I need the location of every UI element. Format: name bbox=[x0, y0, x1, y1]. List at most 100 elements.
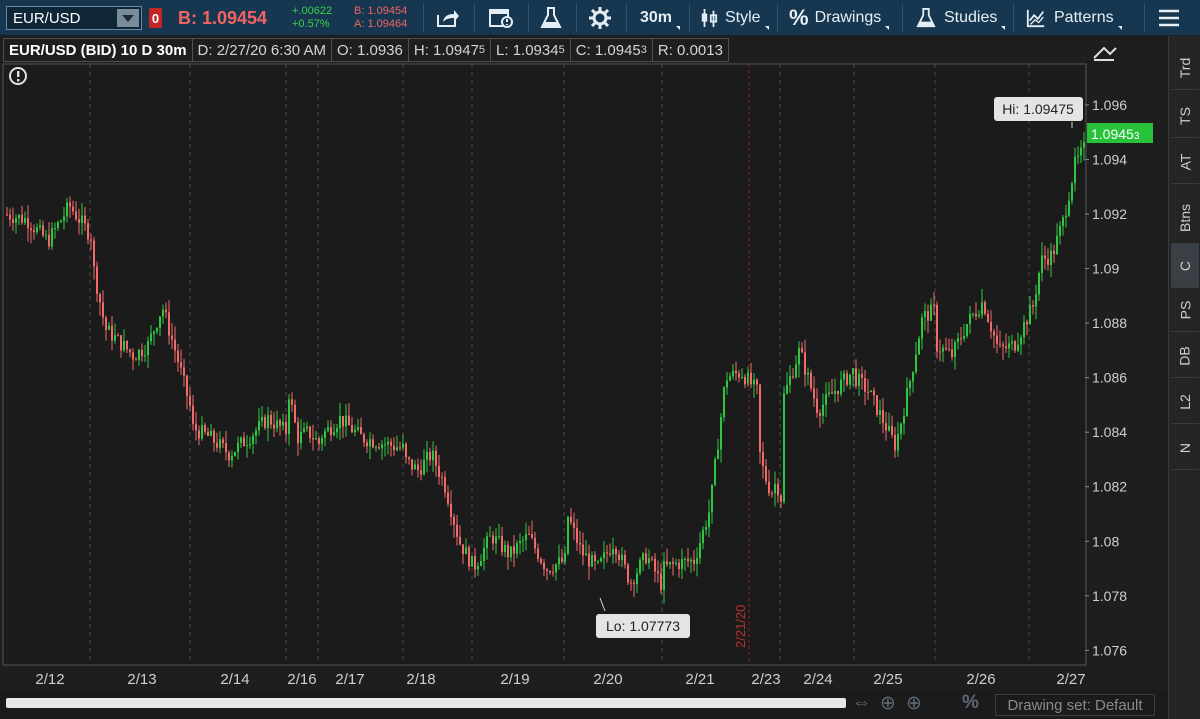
candle-body bbox=[288, 399, 290, 435]
candle-body bbox=[291, 399, 293, 405]
candle-body bbox=[786, 384, 788, 394]
candle-body bbox=[180, 362, 182, 368]
share-button[interactable] bbox=[434, 0, 460, 36]
candle-body bbox=[501, 536, 503, 553]
candle-body bbox=[183, 367, 185, 376]
candle-body bbox=[867, 391, 869, 393]
candle-body bbox=[54, 228, 56, 230]
patterns-menu[interactable]: Patterns bbox=[1026, 0, 1122, 36]
candle-body bbox=[639, 559, 641, 574]
candle-body bbox=[234, 451, 236, 456]
drawing-set-selector[interactable]: Drawing set: Default bbox=[995, 694, 1155, 716]
crosshair-icon[interactable]: ⊕ bbox=[880, 692, 896, 715]
hamburger-icon bbox=[1159, 9, 1179, 27]
candle-body bbox=[249, 443, 251, 446]
header-high: H: 1.0947 5 bbox=[408, 38, 492, 62]
style-menu[interactable]: Style bbox=[700, 0, 769, 36]
symbol-selector[interactable]: EUR/USD bbox=[6, 6, 142, 30]
date-tick-label: 2/18 bbox=[406, 671, 435, 688]
candle-body bbox=[816, 398, 818, 414]
candle-body bbox=[552, 572, 554, 574]
candle-body bbox=[759, 384, 761, 452]
candle-body bbox=[486, 536, 488, 548]
candle-body bbox=[36, 227, 38, 233]
candle-body bbox=[984, 302, 986, 314]
menu-button[interactable] bbox=[1158, 0, 1180, 36]
tab-db[interactable]: DB bbox=[1171, 334, 1199, 378]
candle-body bbox=[546, 569, 548, 571]
candle-body bbox=[159, 316, 161, 329]
percent-icon[interactable]: % bbox=[962, 692, 979, 714]
drawings-menu[interactable]: % Drawings bbox=[789, 0, 890, 36]
candle-body bbox=[750, 372, 752, 385]
candle-body bbox=[798, 347, 800, 365]
candle-body bbox=[648, 558, 650, 564]
toolbar-divider bbox=[902, 4, 903, 32]
zoom-icon[interactable]: ⊕ bbox=[906, 692, 922, 715]
candle-body bbox=[756, 379, 758, 385]
candlestick-icon bbox=[701, 9, 718, 27]
tab-ps[interactable]: PS bbox=[1171, 288, 1199, 332]
price-chart[interactable]: 1.096 1.094 1.092 1.09 1.088 1.086 1.084 1.082 1… bbox=[0, 36, 1168, 690]
candle-body bbox=[39, 225, 41, 228]
candle-body bbox=[309, 426, 311, 439]
tab-c[interactable]: C bbox=[1171, 244, 1199, 288]
date-tick-label: 2/19 bbox=[500, 671, 529, 688]
candle-body bbox=[579, 542, 581, 545]
candle-body bbox=[237, 442, 239, 452]
candle-body bbox=[942, 347, 944, 352]
tab-btns[interactable]: Btns bbox=[1171, 192, 1199, 244]
low-annotation-text: Lo: 1.07773 bbox=[606, 618, 680, 634]
candle-body bbox=[45, 234, 47, 236]
candle-body bbox=[801, 347, 803, 353]
alert-badge[interactable]: 0 bbox=[149, 8, 162, 28]
candle-body bbox=[297, 422, 299, 444]
candle-body bbox=[390, 441, 392, 446]
candle-body bbox=[885, 423, 887, 431]
tab-l2[interactable]: L2 bbox=[1171, 380, 1199, 424]
candle-body bbox=[987, 313, 989, 323]
candle-body bbox=[873, 390, 875, 396]
symbol-dropdown-button[interactable] bbox=[117, 9, 139, 27]
candle-body bbox=[168, 312, 170, 336]
candle-body bbox=[384, 444, 386, 446]
studies-menu[interactable]: Studies bbox=[916, 0, 1006, 36]
tab-n[interactable]: N bbox=[1171, 426, 1199, 470]
change-stack: +.00622 +0.57% bbox=[292, 5, 332, 31]
chart-settings-button[interactable] bbox=[488, 0, 514, 36]
chart-header: EUR/USD (BID) 10 D 30m D: 2/27/20 6:30 A… bbox=[3, 38, 729, 62]
candle-body bbox=[6, 214, 8, 216]
flask-button[interactable] bbox=[538, 0, 564, 36]
candle-body bbox=[990, 322, 992, 332]
candle-body bbox=[1068, 200, 1070, 216]
date-tick-label: 2/24 bbox=[803, 671, 832, 688]
timeframe-selector[interactable]: 30m bbox=[640, 0, 681, 36]
candle-body bbox=[966, 324, 968, 337]
candle-body bbox=[1056, 235, 1058, 254]
candle-body bbox=[957, 338, 959, 343]
candle-body bbox=[537, 548, 539, 559]
candle-body bbox=[105, 317, 107, 330]
candle-body bbox=[372, 439, 374, 448]
tab-ts[interactable]: TS bbox=[1171, 94, 1199, 138]
low-subpip: 5 bbox=[558, 44, 565, 56]
candle-body bbox=[396, 447, 398, 450]
candle-body bbox=[675, 562, 677, 564]
candle-body bbox=[150, 333, 152, 342]
gear-button[interactable] bbox=[587, 0, 613, 36]
candle-body bbox=[1047, 258, 1049, 265]
candle-body bbox=[819, 413, 821, 416]
candle-body bbox=[195, 423, 197, 431]
tab-trd[interactable]: Trd bbox=[1171, 46, 1199, 90]
candle-body bbox=[912, 372, 914, 382]
candle-body bbox=[714, 458, 716, 485]
candle-body bbox=[963, 336, 965, 339]
candle-body bbox=[642, 553, 644, 560]
expand-arrows-icon[interactable]: ⇔ bbox=[852, 692, 871, 714]
candle-body bbox=[726, 380, 728, 388]
tab-at[interactable]: AT bbox=[1171, 140, 1199, 184]
horizontal-scrollbar[interactable] bbox=[6, 698, 846, 708]
toolbar-divider bbox=[689, 4, 690, 32]
candle-body bbox=[231, 455, 233, 461]
candle-body bbox=[498, 536, 500, 538]
